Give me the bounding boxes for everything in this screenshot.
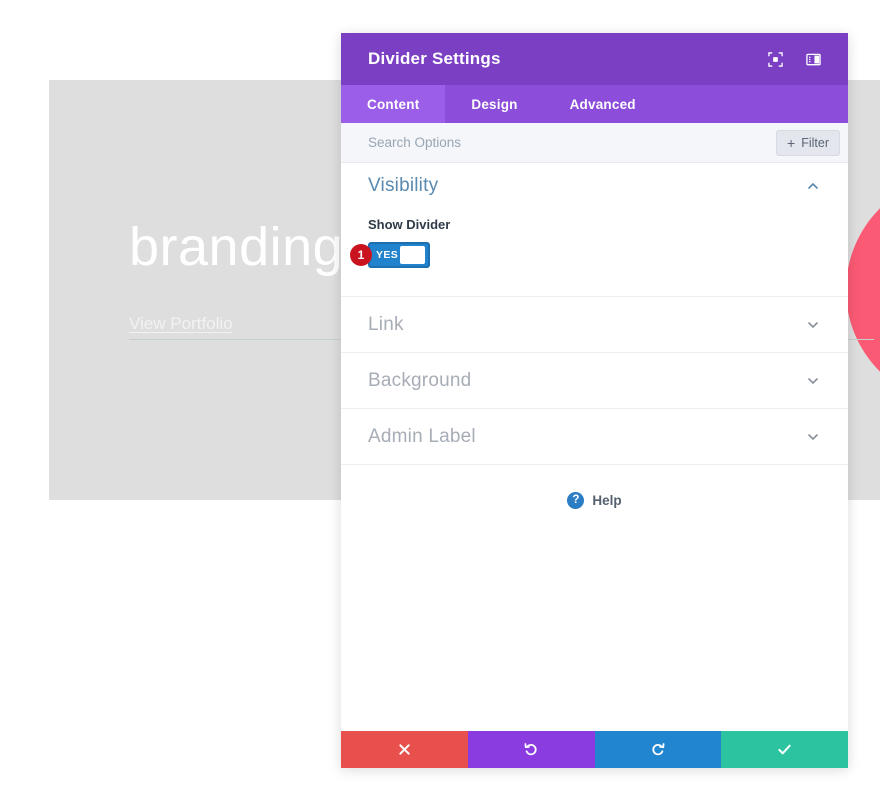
toggle-value-label: YES	[376, 249, 399, 261]
help-row[interactable]: ? Help	[341, 465, 848, 509]
show-divider-label: Show Divider	[368, 217, 451, 232]
help-icon: ?	[567, 492, 585, 509]
undo-icon	[524, 743, 537, 756]
show-divider-toggle-wrap: 1 YES	[350, 242, 430, 268]
section-visibility-body: Show Divider 1 YES	[350, 209, 821, 296]
search-input[interactable]	[368, 123, 777, 162]
fullscreen-icon[interactable]	[762, 46, 788, 72]
modal-header: Divider Settings	[341, 33, 848, 85]
section-visibility: Visibility Show Divider 1 YES	[341, 163, 848, 297]
undo-button[interactable]	[467, 731, 595, 768]
chevron-down-icon[interactable]	[805, 429, 821, 445]
chevron-down-icon[interactable]	[805, 373, 821, 389]
toggle-knob	[400, 246, 425, 264]
preview-portfolio-link[interactable]: View Portfolio	[129, 314, 233, 334]
tab-design[interactable]: Design	[445, 85, 543, 123]
panel-layout-icon[interactable]	[800, 46, 826, 72]
help-label: Help	[592, 493, 622, 508]
step-badge-1: 1	[350, 244, 372, 266]
chevron-up-icon[interactable]	[805, 178, 821, 194]
plus-icon: +	[787, 134, 796, 151]
tab-content[interactable]: Content	[341, 85, 446, 123]
check-icon	[778, 744, 791, 755]
preview-heading: branding	[129, 217, 344, 277]
search-row: + Filter	[341, 123, 848, 163]
section-visibility-header[interactable]: Visibility	[368, 163, 821, 209]
divider-settings-modal: Divider Settings Content Design Advanced	[341, 33, 848, 768]
show-divider-toggle[interactable]: YES	[368, 242, 430, 268]
section-background[interactable]: Background	[341, 353, 848, 409]
section-link[interactable]: Link	[341, 297, 848, 353]
chevron-down-icon[interactable]	[805, 317, 821, 333]
filter-button[interactable]: + Filter	[776, 129, 840, 156]
modal-title: Divider Settings	[368, 49, 501, 68]
save-button[interactable]	[721, 731, 848, 768]
close-icon	[399, 744, 410, 755]
modal-body: Visibility Show Divider 1 YES Link Backg…	[341, 163, 848, 731]
redo-button[interactable]	[594, 731, 722, 768]
section-link-title: Link	[368, 313, 404, 335]
tab-advanced[interactable]: Advanced	[544, 85, 662, 123]
modal-footer	[341, 731, 848, 768]
redo-icon	[652, 743, 665, 756]
section-admin-label-title: Admin Label	[368, 425, 476, 447]
section-background-title: Background	[368, 369, 472, 391]
section-visibility-title: Visibility	[368, 175, 439, 196]
cancel-button[interactable]	[341, 731, 468, 768]
section-admin-label[interactable]: Admin Label	[341, 409, 848, 465]
filter-button-label: Filter	[801, 135, 829, 150]
modal-tabs: Content Design Advanced	[341, 85, 848, 123]
